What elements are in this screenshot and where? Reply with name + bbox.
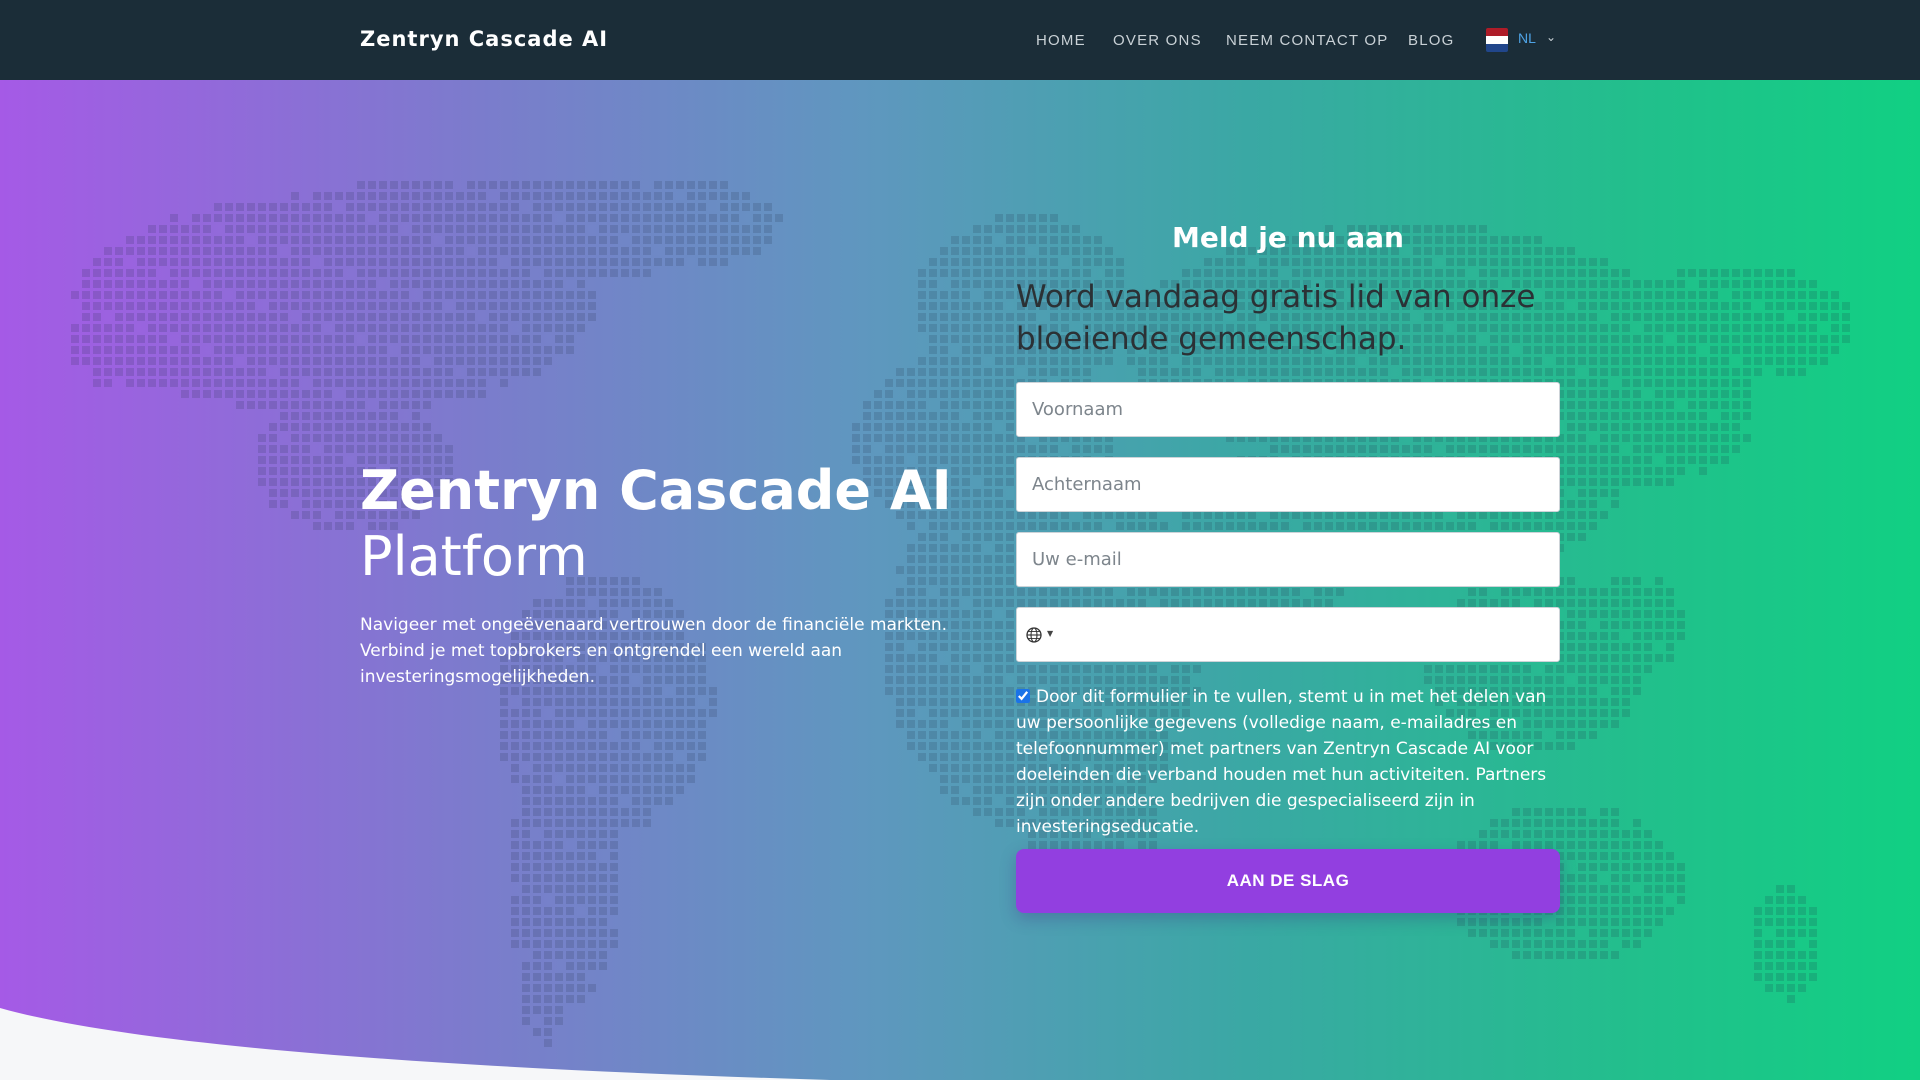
hero-title: Zentryn Cascade AI [360,459,952,522]
consent-block: Door dit formulier in te vullen, stemt u… [1016,684,1560,840]
netherlands-flag-icon [1486,28,1508,52]
navbar: Zentryn Cascade AI HOME OVER ONS NEEM CO… [0,0,1920,80]
hero-subtitle: Platform [360,525,588,588]
language-selector[interactable]: NL ⌄ [1486,28,1556,52]
first-name-input[interactable] [1016,382,1560,437]
caret-down-icon: ▼ [1047,629,1054,638]
last-name-input[interactable] [1016,457,1560,512]
globe-icon [1026,627,1042,643]
chevron-down-icon: ⌄ [1546,30,1557,44]
phone-input[interactable] [1065,608,1555,661]
form-heading: Meld je nu aan [1172,221,1404,254]
form-lead-text: Word vandaag gratis lid van onze bloeien… [1016,279,1536,357]
hero-section [0,80,1920,1080]
nav-over-ons[interactable]: OVER ONS [1113,32,1202,49]
phone-field: ▼ [1016,607,1560,662]
signup-form: Meld je nu aan Word vandaag gratis lid v… [1016,214,1560,913]
country-code-dropdown[interactable]: ▼ [1025,626,1057,646]
main-nav: HOME OVER ONS NEEM CONTACT OP BLOG [0,32,1920,52]
hero-content: Zentryn Cascade AI Platform Navigeer met… [360,458,960,690]
nav-home[interactable]: HOME [1036,32,1086,49]
nav-blog[interactable]: BLOG [1408,32,1454,49]
email-input[interactable] [1016,532,1560,587]
consent-text: Door dit formulier in te vullen, stemt u… [1016,687,1547,837]
consent-checkbox[interactable] [1016,689,1030,703]
submit-button[interactable]: AAN DE SLAG [1016,849,1560,913]
nav-contact[interactable]: NEEM CONTACT OP [1226,32,1388,49]
world-map-dots [71,181,1850,1047]
language-code: NL [1518,30,1536,46]
hero-description: Navigeer met ongeëvenaard vertrouwen doo… [360,615,948,687]
